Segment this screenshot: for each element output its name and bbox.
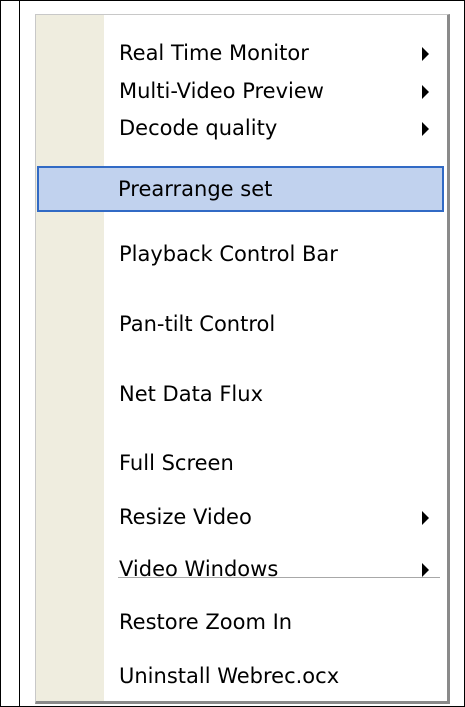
menu-item-full-screen[interactable]: Full Screen [37,443,444,483]
submenu-arrow-icon [422,122,429,136]
menu-item-pan-tilt-control[interactable]: Pan-tilt Control [37,304,444,344]
menu-item-label: Net Data Flux [119,382,264,406]
menu-item-real-time-monitor[interactable]: Real Time Monitor [37,33,444,73]
submenu-arrow-icon [422,85,429,99]
menu-item-multi-video-preview[interactable]: Multi-Video Preview [37,71,444,111]
menu-item-label: Real Time Monitor [119,41,309,65]
menu-item-label: Playback Control Bar [119,242,338,266]
menu-item-label: Uninstall Webrec.ocx [119,664,340,688]
menu-item-label: Pan-tilt Control [119,312,276,336]
submenu-arrow-icon [422,511,429,525]
menu-item-label: Multi-Video Preview [119,79,324,103]
menu-item-label: Prearrange set [118,177,273,201]
submenu-arrow-icon [422,563,429,577]
menu-item-playback-control-bar[interactable]: Playback Control Bar [37,234,444,274]
submenu-arrow-icon [422,47,429,61]
menu-item-uninstall-webrec[interactable]: Uninstall Webrec.ocx [37,656,444,696]
menu-item-label: Video Windows [119,557,279,581]
menu-item-video-windows[interactable]: Video Windows [37,549,444,589]
menu-item-decode-quality[interactable]: Decode quality [37,108,444,148]
menu-item-net-data-flux[interactable]: Net Data Flux [37,374,444,414]
menu-item-label: Decode quality [119,116,278,140]
left-panel-edge [19,0,20,707]
menu-item-label: Resize Video [119,505,252,529]
context-menu: Real Time Monitor Multi-Video Preview De… [35,14,450,704]
menu-item-label: Full Screen [119,451,234,475]
menu-item-label: Restore Zoom In [119,610,293,634]
menu-item-resize-video[interactable]: Resize Video [37,497,444,537]
menu-item-restore-zoom-in[interactable]: Restore Zoom In [37,602,444,642]
menu-item-prearrange-set[interactable]: Prearrange set [37,166,444,212]
